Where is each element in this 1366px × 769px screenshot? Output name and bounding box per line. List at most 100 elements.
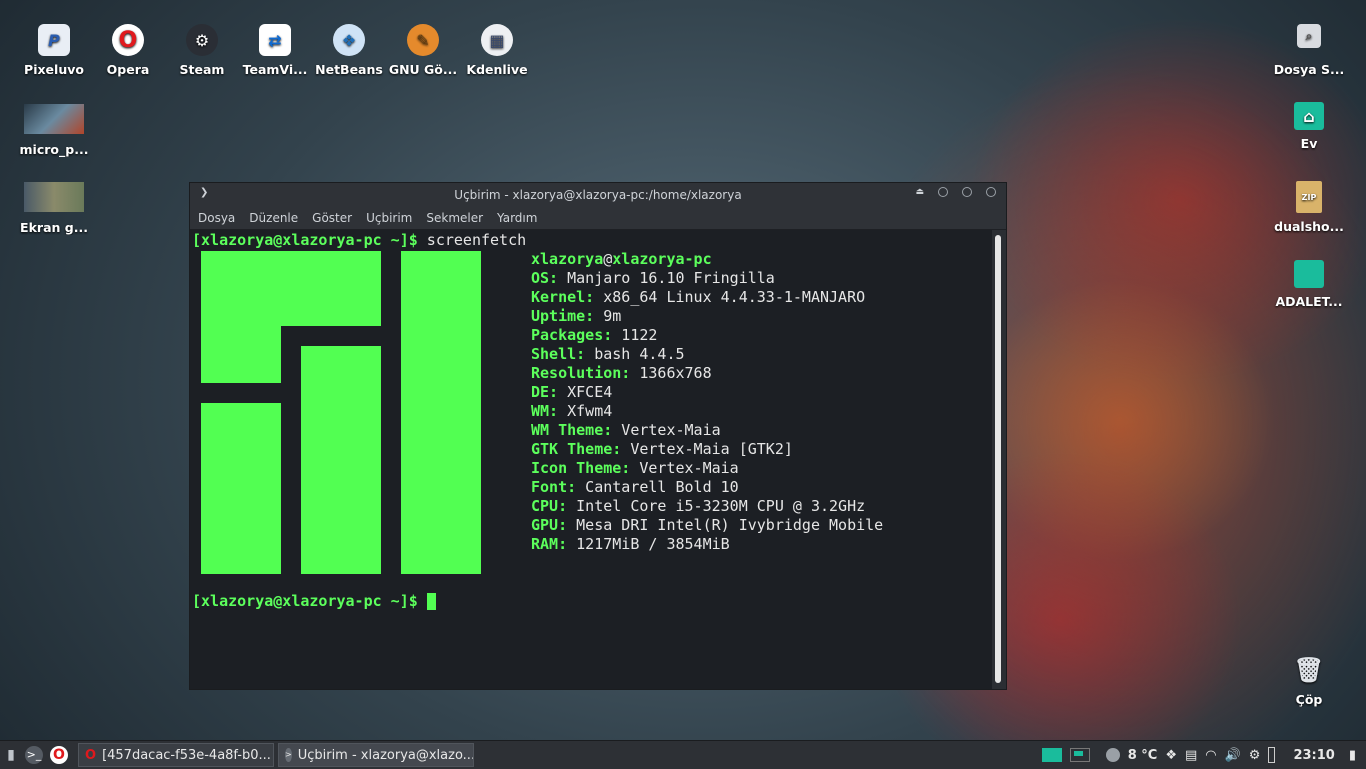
kdenlive-icon: ▦ (481, 24, 513, 56)
info-key: Resolution: (531, 364, 631, 382)
manjaro-logo-block-right (401, 251, 481, 574)
shell-prompt: [xlazorya@xlazorya-pc ~]$ (192, 592, 418, 610)
dropbox-icon[interactable]: ❖ (1165, 748, 1177, 763)
weather-temperature[interactable]: 8 °C (1128, 748, 1158, 763)
desktop-icon-label: Opera (106, 62, 150, 77)
info-line: Shell: bash 4.4.5 (531, 345, 685, 364)
power-icon[interactable]: ▮ (1349, 748, 1356, 763)
workspace-2-icon[interactable] (1069, 748, 1090, 762)
settings-icon[interactable]: ⚙ (1249, 748, 1261, 763)
desktop-icon-label: dualsho... (1274, 219, 1344, 234)
desktop-icon-teamviewer[interactable]: ⇄ TeamVi... (238, 24, 312, 77)
terminal-scrollbar[interactable] (992, 230, 1005, 689)
desktop-icon-pixeluvo[interactable]: P Pixeluvo (17, 24, 91, 77)
desktop-icon-micro[interactable]: micro_p... (17, 104, 91, 157)
desktop-icon-ekran[interactable]: Ekran g... (17, 182, 91, 235)
maximize-button[interactable] (962, 187, 972, 197)
info-key: Packages: (531, 326, 613, 344)
opera-launcher[interactable]: O (46, 743, 72, 767)
wifi-icon[interactable]: ◠ (1205, 748, 1216, 763)
steam-icon: ⚙ (186, 24, 218, 56)
user-host-line: xlazorya@xlazorya-pc (531, 250, 712, 269)
info-key: GTK Theme: (531, 440, 622, 458)
info-key: RAM: (531, 535, 568, 553)
clipboard-icon[interactable]: ▤ (1185, 748, 1197, 763)
close-button[interactable] (986, 187, 996, 197)
info-key: GPU: (531, 516, 568, 534)
info-key: OS: (531, 269, 559, 287)
desktop-icon-home[interactable]: ⌂ Ev (1272, 102, 1346, 151)
info-value: Cantarell Bold 10 (576, 478, 739, 496)
menu-sekmeler[interactable]: Sekmeler (426, 211, 491, 225)
system-tray: 8 °C ❖ ▤ ◠ 🔊 ⚙ 23:10 ▮ (1041, 741, 1366, 769)
desktop-icon-gimp[interactable]: ✎ GNU Gö... (386, 24, 460, 77)
info-value: XFCE4 (558, 383, 613, 401)
window-title: Uçbirim - xlazorya@xlazorya-pc:/home/xla… (454, 188, 742, 202)
info-line: DE: XFCE4 (531, 383, 612, 402)
info-value: Xfwm4 (558, 402, 613, 420)
manjaro-logo-block-bottomleft (201, 403, 281, 574)
info-line: Font: Cantarell Bold 10 (531, 478, 739, 497)
desktop-icon-steam[interactable]: ⚙ Steam (165, 24, 239, 77)
weather-icon[interactable] (1105, 748, 1120, 762)
menu-goster[interactable]: Göster (312, 211, 360, 225)
desktop-icon-kdenlive[interactable]: ▦ Kdenlive (460, 24, 534, 77)
info-key: Icon Theme: (531, 459, 631, 477)
desktop-icon-netbeans[interactable]: ❖ NetBeans (312, 24, 386, 77)
shade-icon[interactable]: ⏏ (915, 187, 924, 197)
info-line: Icon Theme: Vertex-Maia (531, 459, 739, 478)
menu-dosya[interactable]: Dosya (198, 211, 243, 225)
window-titlebar[interactable]: ❯ Uçbirim - xlazorya@xlazorya-pc:/home/x… (190, 183, 1006, 207)
info-key: Shell: (531, 345, 586, 363)
info-key: DE: (531, 383, 559, 401)
zip-archive-icon: ZIP (1296, 181, 1322, 213)
terminal-window[interactable]: ❯ Uçbirim - xlazorya@xlazorya-pc:/home/x… (189, 182, 1007, 690)
desktop-icon-label: Çöp (1295, 692, 1323, 707)
info-key: Font: (531, 478, 577, 496)
task-opera-window[interactable]: O [457dacac-f53e-4a8f-b0... (78, 743, 274, 767)
scrollbar-thumb[interactable] (995, 235, 1001, 683)
terminal-launcher[interactable]: >_ (22, 743, 46, 767)
desktop-icon-label: Ekran g... (20, 220, 88, 235)
desktop-icon-file-system[interactable]: ⌕ Dosya S... (1272, 24, 1346, 77)
info-key: Uptime: (531, 307, 595, 325)
info-value: Vertex-Maia [GTK2] (621, 440, 793, 458)
info-value: Vertex-Maia (612, 421, 721, 439)
battery-icon[interactable] (1268, 747, 1276, 763)
info-line: Resolution: 1366x768 (531, 364, 712, 383)
image-thumbnail-icon (24, 104, 84, 134)
desktop-icon-label: Pixeluvo (24, 62, 84, 77)
desktop-icon-adalet[interactable]: ADALET... (1272, 260, 1346, 309)
workspace-1-icon[interactable] (1041, 748, 1062, 762)
text-cursor (426, 593, 436, 610)
desktop-icon-trash[interactable]: 🗑 Çöp (1272, 654, 1346, 707)
desktop-icon-label: Steam (179, 62, 225, 77)
menu-ucbirim[interactable]: Uçbirim (366, 211, 420, 225)
minimize-button[interactable] (938, 187, 948, 197)
info-value: Vertex-Maia (630, 459, 739, 477)
desktop-icon-label: NetBeans (315, 62, 383, 77)
shell-command: screenfetch (417, 231, 527, 249)
task-terminal-window[interactable]: > Uçbirim - xlazorya@xlazo... (278, 743, 474, 767)
desktop-icon-label: GNU Gö... (388, 62, 458, 77)
desktop-icon-zip[interactable]: ZIP dualsho... (1272, 181, 1346, 234)
terminal-output[interactable]: [xlazorya@xlazorya-pc ~]$ screenfetch xl… (190, 230, 992, 689)
manjaro-logo-block-middle (301, 346, 381, 574)
terminal-command-line: [xlazorya@xlazorya-pc ~]$ screenfetch (192, 231, 526, 250)
desktop-icon-label: micro_p... (19, 142, 89, 157)
file-system-icon: ⌕ (1297, 24, 1321, 48)
menu-yardim[interactable]: Yardım (497, 211, 545, 225)
clock[interactable]: 23:10 (1293, 748, 1334, 763)
desktop-icon-label: Ev (1300, 136, 1318, 151)
desktop-icon-opera[interactable]: O Opera (91, 24, 165, 77)
show-desktop-button[interactable]: ▮ (0, 743, 22, 767)
window-menu-chevron-icon[interactable]: ❯ (200, 187, 208, 198)
info-line: GPU: Mesa DRI Intel(R) Ivybridge Mobile (531, 516, 883, 535)
terminal-icon: >_ (25, 746, 43, 764)
info-key: WM: (531, 402, 559, 420)
info-line: OS: Manjaro 16.10 Fringilla (531, 269, 775, 288)
user-name: xlazorya (531, 250, 604, 268)
gimp-icon: ✎ (407, 24, 439, 56)
volume-icon[interactable]: 🔊 (1225, 748, 1241, 763)
menu-duzenle[interactable]: Düzenle (249, 211, 306, 225)
